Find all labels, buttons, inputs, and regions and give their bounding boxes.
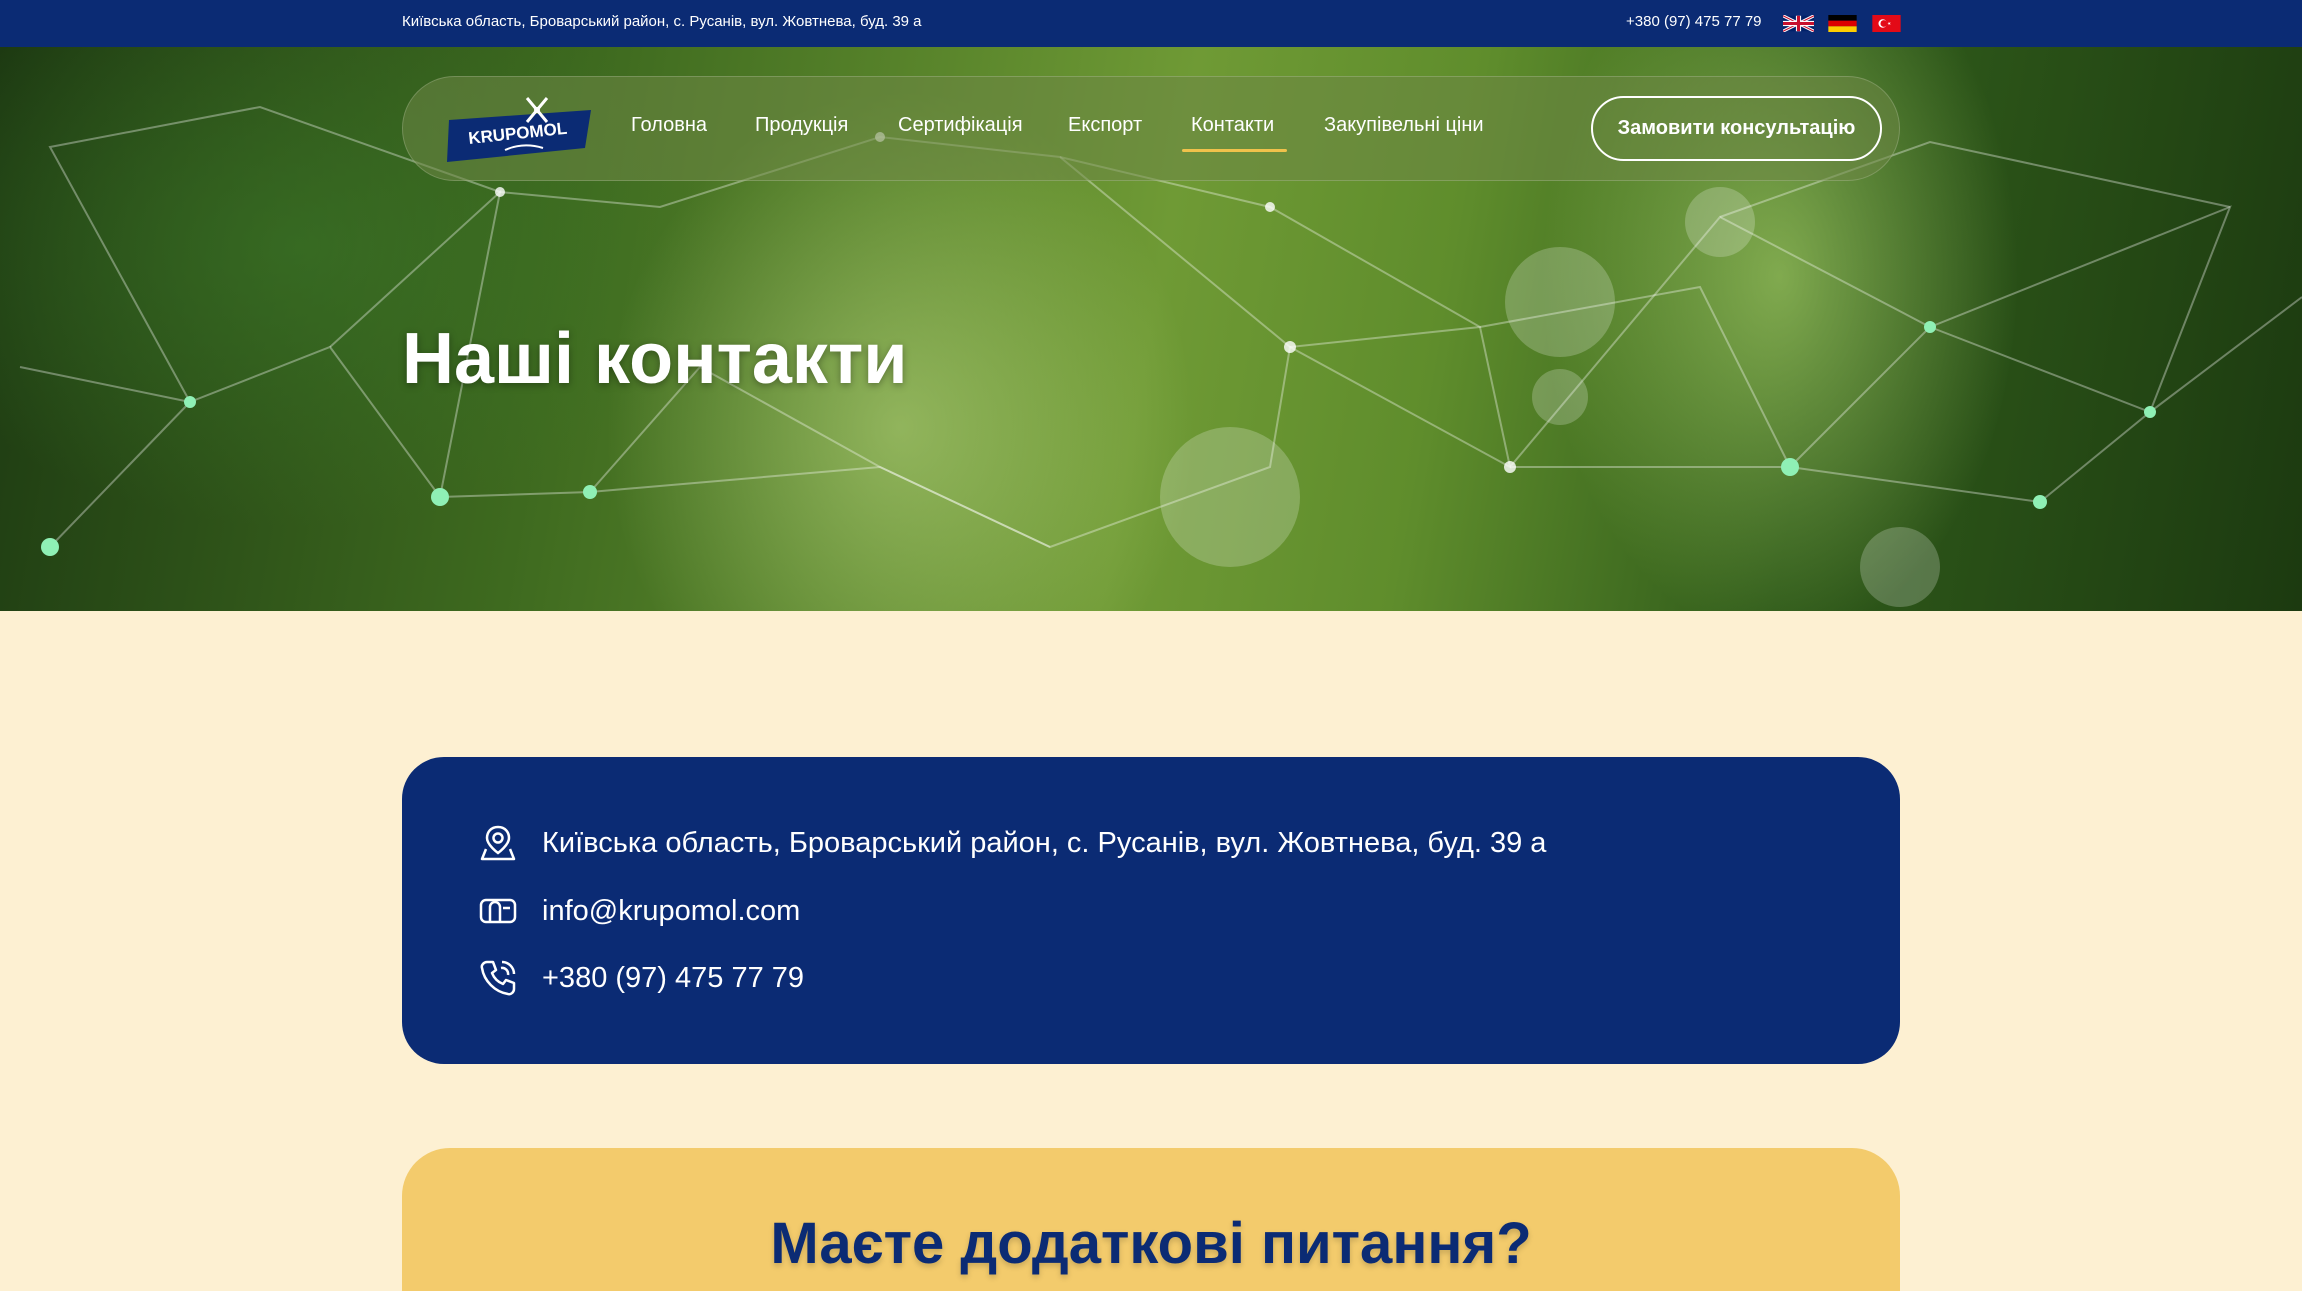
- top-bar: Київська область, Броварський район, с. …: [0, 0, 2302, 47]
- questions-heading: Маєте додаткові питання?: [770, 1211, 1532, 1276]
- nav-item-purchase-prices[interactable]: Закупівельні ціни: [1324, 114, 1484, 137]
- questions-section: Маєте додаткові питання?: [402, 1148, 1900, 1291]
- order-consultation-button[interactable]: Замовити консультацію: [1591, 96, 1882, 161]
- phone-call-icon: [480, 960, 516, 996]
- contact-address-row: Київська область, Броварський район, с. …: [478, 823, 1546, 863]
- en-flag-icon[interactable]: [1783, 15, 1814, 32]
- nav-item-certification[interactable]: Сертифікація: [898, 114, 1023, 137]
- language-switcher: [1783, 15, 1902, 32]
- nav-item-home[interactable]: Головна: [631, 114, 707, 137]
- topbar-phone[interactable]: +380 (97) 475 77 79: [1626, 13, 1762, 30]
- nav-item-export[interactable]: Експорт: [1068, 114, 1142, 137]
- nav-item-contacts[interactable]: Контакти: [1191, 114, 1274, 137]
- page-title: Наші контакти: [402, 319, 908, 399]
- tr-flag-icon[interactable]: [1871, 15, 1902, 32]
- contact-address: Київська область, Броварський район, с. …: [542, 826, 1547, 859]
- contact-phone-row: +380 (97) 475 77 79: [478, 958, 804, 998]
- krupomol-logo[interactable]: KRUPOMOL: [445, 92, 595, 166]
- contact-phone[interactable]: +380 (97) 475 77 79: [542, 962, 804, 995]
- location-pin-icon: [480, 825, 516, 861]
- mailbox-icon: [479, 898, 517, 924]
- de-flag-icon[interactable]: [1827, 15, 1858, 32]
- contact-email-row: info@krupomol.com: [478, 891, 800, 931]
- active-nav-indicator: [1182, 149, 1287, 152]
- nav-item-products[interactable]: Продукція: [755, 114, 848, 137]
- contact-email[interactable]: info@krupomol.com: [542, 895, 800, 928]
- topbar-address: Київська область, Броварський район, с. …: [402, 13, 922, 30]
